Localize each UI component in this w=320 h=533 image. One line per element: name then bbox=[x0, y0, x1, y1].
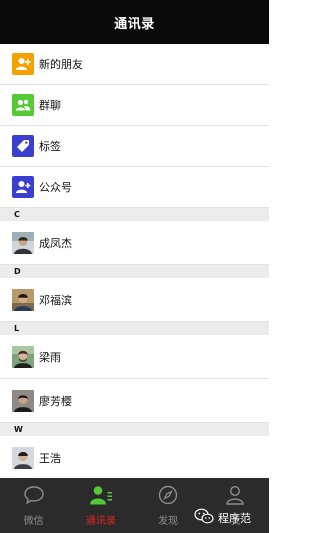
top-bar: 通讯录 bbox=[0, 0, 269, 44]
section-header-w: W bbox=[0, 423, 269, 436]
avatar bbox=[12, 389, 34, 412]
tab-label: 微信 bbox=[23, 516, 44, 527]
contact-row[interactable]: 邓福滨 bbox=[0, 278, 269, 322]
chat-bubble-icon bbox=[23, 485, 45, 509]
add-friend-icon bbox=[12, 53, 34, 75]
section-header-d: D bbox=[0, 265, 269, 278]
tag-icon bbox=[12, 135, 34, 157]
compass-icon bbox=[158, 485, 178, 509]
feature-label: 标签 bbox=[39, 140, 61, 153]
page-title: 通讯录 bbox=[114, 16, 155, 32]
official-accounts-item[interactable]: 公众号 bbox=[0, 167, 269, 208]
tab-wechat[interactable]: 微信 bbox=[0, 478, 67, 533]
wechat-logo-icon bbox=[194, 508, 214, 527]
watermark-text: 程序范 bbox=[218, 511, 251, 525]
contact-name: 梁雨 bbox=[39, 350, 61, 364]
tab-contacts[interactable]: 通讯录 bbox=[67, 478, 134, 533]
contacts-icon bbox=[89, 485, 113, 509]
avatar bbox=[12, 288, 34, 311]
contact-row[interactable]: 梁雨 bbox=[0, 335, 269, 379]
feature-label: 群聊 bbox=[39, 99, 61, 112]
contact-row[interactable]: 廖芳樱 bbox=[0, 379, 269, 423]
section-header-l: L bbox=[0, 322, 269, 335]
avatar bbox=[12, 231, 34, 254]
contact-name: 王浩 bbox=[39, 451, 61, 465]
contact-row[interactable]: 成凤杰 bbox=[0, 221, 269, 265]
tags-item[interactable]: 标签 bbox=[0, 126, 269, 167]
person-icon bbox=[225, 485, 245, 509]
contact-name: 成凤杰 bbox=[39, 236, 72, 250]
contact-name: 廖芳樱 bbox=[39, 394, 72, 408]
avatar bbox=[12, 446, 34, 469]
contact-name: 邓福滨 bbox=[39, 293, 72, 307]
watermark: 程序范 bbox=[194, 508, 251, 527]
group-chat-item[interactable]: 群聊 bbox=[0, 85, 269, 126]
contact-row[interactable]: 王浩 bbox=[0, 436, 269, 480]
section-header-c: C bbox=[0, 208, 269, 221]
avatar bbox=[12, 345, 34, 368]
feature-label: 公众号 bbox=[39, 181, 72, 194]
new-friends-item[interactable]: 新的朋友 bbox=[0, 44, 269, 85]
official-account-icon bbox=[12, 176, 34, 198]
feature-label: 新的朋友 bbox=[39, 58, 83, 71]
tab-label: 通讯录 bbox=[85, 516, 116, 527]
tab-label: 发现 bbox=[158, 516, 179, 527]
group-icon bbox=[12, 94, 34, 116]
contacts-list[interactable]: 新的朋友 群聊 标签 公众号 C 成凤杰 D 邓福滨 L 梁雨 廖芳樱 W 王浩 bbox=[0, 44, 269, 480]
tab-discover[interactable]: 发现 bbox=[135, 478, 202, 533]
